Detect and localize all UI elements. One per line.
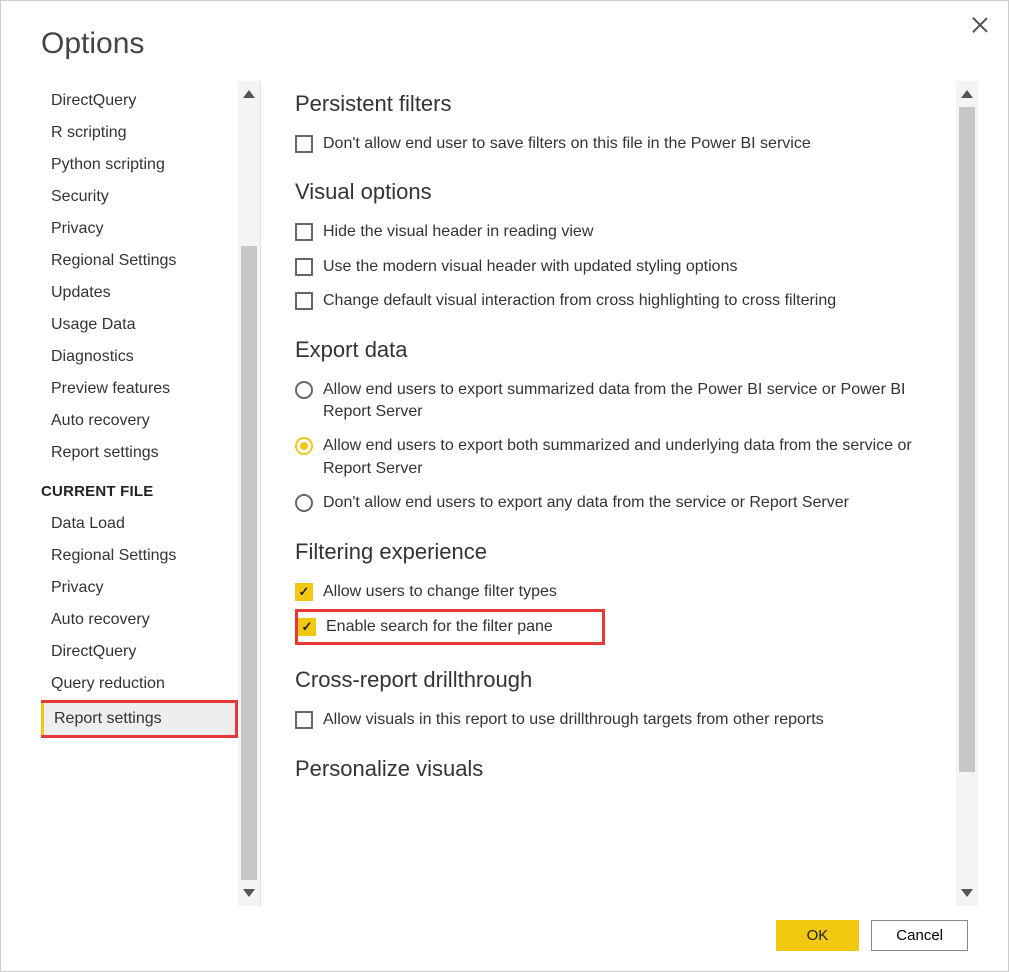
section-title-persistent-filters: Persistent filters	[295, 91, 946, 117]
section-title-cross-report-drillthrough: Cross-report drillthrough	[295, 667, 946, 693]
checkbox-icon[interactable]	[295, 223, 313, 241]
checkbox-icon[interactable]	[295, 583, 313, 601]
highlight-box: Enable search for the filter pane	[295, 609, 605, 645]
options-dialog: Options DirectQuery R scripting Python s…	[1, 1, 1008, 971]
option-label: Don't allow end user to save filters on …	[323, 133, 946, 155]
option-label: Allow end users to export summarized dat…	[323, 379, 946, 424]
sidebar: DirectQuery R scripting Python scripting…	[41, 81, 261, 906]
section-title-personalize-visuals: Personalize visuals	[295, 756, 946, 782]
scrollbar-track[interactable]	[956, 107, 978, 880]
option-label: Allow visuals in this report to use dril…	[323, 709, 946, 731]
option-label: Change default visual interaction from c…	[323, 290, 946, 312]
content-scroll: Persistent filters Don't allow end user …	[271, 81, 956, 906]
option-allow-change-filter-types[interactable]: Allow users to change filter types	[295, 575, 946, 609]
option-label: Enable search for the filter pane	[326, 616, 553, 638]
option-label: Allow users to change filter types	[323, 581, 946, 603]
radio-icon[interactable]	[295, 381, 313, 399]
sidebar-item-python-scripting[interactable]: Python scripting	[41, 149, 238, 181]
sidebar-item-report-settings-file[interactable]: Report settings	[41, 700, 238, 738]
dialog-body: DirectQuery R scripting Python scripting…	[41, 81, 978, 906]
dialog-footer: OK Cancel	[41, 906, 978, 951]
option-enable-search-filter-pane[interactable]: Enable search for the filter pane	[298, 614, 553, 640]
sidebar-item-preview-features[interactable]: Preview features	[41, 373, 238, 405]
sidebar-item-r-scripting[interactable]: R scripting	[41, 117, 238, 149]
sidebar-item-privacy-file[interactable]: Privacy	[41, 572, 238, 604]
scroll-up-icon[interactable]	[238, 81, 260, 107]
checkbox-icon[interactable]	[298, 618, 316, 636]
scrollbar-thumb[interactable]	[959, 107, 975, 772]
option-hide-visual-header[interactable]: Hide the visual header in reading view	[295, 215, 946, 249]
checkbox-icon[interactable]	[295, 711, 313, 729]
option-label: Use the modern visual header with update…	[323, 256, 946, 278]
ok-button[interactable]: OK	[776, 920, 860, 951]
sidebar-item-auto-recovery-file[interactable]: Auto recovery	[41, 604, 238, 636]
sidebar-item-usage-data[interactable]: Usage Data	[41, 309, 238, 341]
sidebar-item-data-load[interactable]: Data Load	[41, 508, 238, 540]
sidebar-item-diagnostics[interactable]: Diagnostics	[41, 341, 238, 373]
close-icon[interactable]	[970, 15, 990, 35]
checkbox-icon[interactable]	[295, 292, 313, 310]
sidebar-item-label: Report settings	[41, 710, 162, 727]
option-export-summarized[interactable]: Allow end users to export summarized dat…	[295, 373, 946, 430]
option-allow-cross-report-drillthrough[interactable]: Allow visuals in this report to use dril…	[295, 703, 946, 737]
option-export-both[interactable]: Allow end users to export both summarize…	[295, 429, 946, 486]
option-label: Don't allow end users to export any data…	[323, 492, 946, 514]
radio-icon[interactable]	[295, 494, 313, 512]
sidebar-item-updates[interactable]: Updates	[41, 277, 238, 309]
option-cross-filtering[interactable]: Change default visual interaction from c…	[295, 284, 946, 318]
sidebar-item-auto-recovery[interactable]: Auto recovery	[41, 405, 238, 437]
sidebar-item-directquery-file[interactable]: DirectQuery	[41, 636, 238, 668]
option-label: Allow end users to export both summarize…	[323, 435, 946, 480]
dialog-title: Options	[41, 27, 978, 61]
sidebar-scrollbar[interactable]	[238, 81, 260, 906]
option-export-none[interactable]: Don't allow end users to export any data…	[295, 486, 946, 520]
checkbox-icon[interactable]	[295, 135, 313, 153]
sidebar-item-regional-settings[interactable]: Regional Settings	[41, 245, 238, 277]
option-label: Hide the visual header in reading view	[323, 221, 946, 243]
scroll-down-icon[interactable]	[956, 880, 978, 906]
cancel-button[interactable]: Cancel	[871, 920, 968, 951]
sidebar-item-regional-settings-file[interactable]: Regional Settings	[41, 540, 238, 572]
sidebar-item-security[interactable]: Security	[41, 181, 238, 213]
sidebar-list: DirectQuery R scripting Python scripting…	[41, 81, 238, 906]
sidebar-section-head-current-file: CURRENT FILE	[41, 469, 238, 508]
scroll-down-icon[interactable]	[238, 880, 260, 906]
sidebar-item-report-settings-global[interactable]: Report settings	[41, 437, 238, 469]
option-persistent-dont-allow[interactable]: Don't allow end user to save filters on …	[295, 127, 946, 161]
scrollbar-thumb[interactable]	[241, 246, 257, 880]
radio-icon[interactable]	[295, 437, 313, 455]
sidebar-item-query-reduction[interactable]: Query reduction	[41, 668, 238, 700]
option-modern-visual-header[interactable]: Use the modern visual header with update…	[295, 250, 946, 284]
content-area: Persistent filters Don't allow end user …	[271, 81, 978, 906]
sidebar-item-directquery[interactable]: DirectQuery	[41, 85, 238, 117]
scroll-up-icon[interactable]	[956, 81, 978, 107]
section-title-filtering-experience: Filtering experience	[295, 539, 946, 565]
scrollbar-track[interactable]	[238, 107, 260, 880]
checkbox-icon[interactable]	[295, 258, 313, 276]
section-title-visual-options: Visual options	[295, 179, 946, 205]
section-title-export-data: Export data	[295, 337, 946, 363]
sidebar-item-privacy[interactable]: Privacy	[41, 213, 238, 245]
content-scrollbar[interactable]	[956, 81, 978, 906]
